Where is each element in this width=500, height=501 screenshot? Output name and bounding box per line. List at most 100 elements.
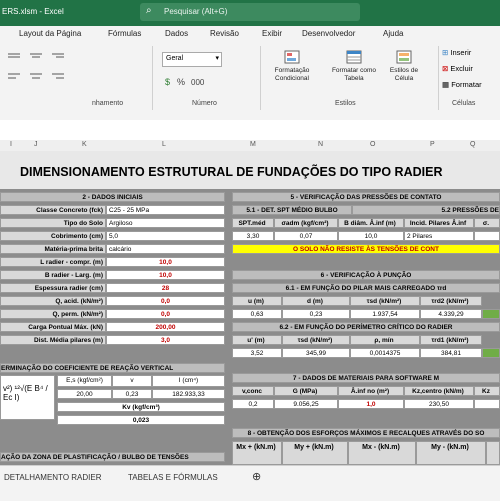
s3-col-v: v — [112, 375, 152, 387]
s6-val[interactable]: 3,52 — [232, 348, 282, 358]
tab-formulas[interactable]: Fórmulas — [108, 29, 141, 38]
group-alignment-label: nhamento — [92, 100, 124, 107]
input-value[interactable]: 3,0 — [106, 335, 225, 345]
insert-button[interactable]: ⊞ Inserir — [442, 48, 471, 57]
column-header[interactable]: N — [318, 141, 323, 148]
column-header[interactable]: O — [370, 141, 375, 148]
s3-val-v[interactable]: 0,23 — [112, 389, 152, 399]
input-value[interactable]: 0,0 — [106, 296, 225, 306]
s7-val[interactable]: 0,2 — [232, 399, 274, 409]
s3-col-i: I (cm⁴) — [152, 375, 225, 387]
input-value[interactable]: 200,00 — [106, 322, 225, 332]
s7-col: Kz — [474, 386, 500, 396]
tab-view[interactable]: Exibir — [262, 29, 282, 38]
svg-text:000: 000 — [191, 78, 205, 87]
tab-review[interactable]: Revisão — [210, 29, 239, 38]
s8-col: Mx + (kN.m) — [232, 441, 282, 465]
tab-tabelas-formulas[interactable]: TABELAS E FÓRMULAS — [128, 473, 218, 482]
s6-val[interactable]: 0,23 — [282, 309, 350, 319]
input-value[interactable]: 10,0 — [106, 257, 225, 267]
s5-val-empty — [474, 231, 500, 241]
s5-pillar-select[interactable]: 2 Pilares — [404, 231, 474, 241]
add-sheet-icon[interactable]: ⊕ — [252, 470, 261, 483]
input-value[interactable]: 10,0 — [106, 270, 225, 280]
s8-col: My - (kN.m) — [416, 441, 486, 465]
search-placeholder: Pesquisar (Alt+G) — [164, 7, 228, 16]
input-label: Matéria-prima brita — [0, 244, 106, 254]
column-header[interactable]: P — [430, 141, 435, 148]
cell-styles-button[interactable]: Estilos de Célula — [385, 50, 423, 83]
tab-page-layout[interactable]: Layout da Página — [19, 29, 81, 38]
input-value[interactable]: C25 - 25 MPa — [106, 205, 225, 215]
formula-bar[interactable] — [0, 120, 500, 141]
group-styles-label: Estilos — [335, 100, 356, 107]
column-header[interactable]: Q — [470, 141, 475, 148]
column-header[interactable]: K — [82, 141, 87, 148]
section3-header: ERMINAÇÃO DO COEFICIENTE DE REAÇÃO VERTI… — [0, 363, 225, 373]
s6-col: ρ, mín — [350, 335, 420, 345]
ok-indicator — [482, 309, 500, 319]
s6-val[interactable]: 345,99 — [282, 348, 350, 358]
s8-col: My + (kN.m) — [282, 441, 348, 465]
section5-sub1: 5.1 - DET. SPT MÉDIO BULBO — [232, 205, 352, 215]
format-button[interactable]: ▦ Formatar — [442, 80, 482, 89]
s6-val[interactable]: 4.339,29 — [420, 309, 482, 319]
s5-val[interactable]: 3,30 — [232, 231, 274, 241]
input-value[interactable]: 5,0 — [106, 231, 225, 241]
s8-col: Mx - (kN.m) — [348, 441, 416, 465]
input-value[interactable]: 0,0 — [106, 309, 225, 319]
s6-val[interactable]: 0,0014375 — [350, 348, 420, 358]
tab-detalhamento-radier[interactable]: DETALHAMENTO RADIER — [4, 473, 102, 482]
s5-val[interactable]: 0,07 — [274, 231, 338, 241]
tab-developer[interactable]: Desenvolvedor — [302, 29, 355, 38]
column-header[interactable]: L — [162, 141, 166, 148]
s7-col: Â.inf no (m²) — [338, 386, 404, 396]
search-box[interactable]: ⌕ Pesquisar (Alt+G) — [140, 3, 360, 21]
section6-sub1: 6.1 - EM FUNÇÃO DO PILAR MAIS CARREGADO … — [232, 283, 500, 293]
input-value[interactable]: calcário — [106, 244, 225, 254]
tab-help[interactable]: Ajuda — [383, 29, 403, 38]
s6-col: u (m) — [232, 296, 282, 306]
input-value[interactable]: Argiloso — [106, 218, 225, 228]
delete-button[interactable]: ⊠ Excluir — [442, 64, 473, 73]
input-label: Carga Pontual Máx. (kN) — [0, 322, 106, 332]
input-value[interactable]: 28 — [106, 283, 225, 293]
number-format-select[interactable]: Geral ▾ — [162, 52, 222, 67]
s5-val[interactable]: 10,0 — [338, 231, 404, 241]
input-label: Tipo do Solo — [0, 218, 106, 228]
kv-formula: v²) ¹²√(E B⁴ / Ec I) — [0, 375, 55, 420]
input-label: Q, perm. (kN/m²) — [0, 309, 106, 319]
section5-header: 5 - VERIFICAÇÃO DAS PRESSÕES DE CONTATO — [232, 192, 500, 202]
number-format-value: Geral — [166, 55, 184, 62]
s7-val[interactable]: 1,0 — [338, 399, 404, 409]
column-header[interactable]: I — [10, 141, 12, 148]
s7-val[interactable]: 9.056,25 — [274, 399, 338, 409]
s3-val-i[interactable]: 182.933,33 — [152, 389, 225, 399]
column-header[interactable]: J — [34, 141, 38, 148]
column-header[interactable]: M — [250, 141, 256, 148]
s6-val[interactable]: 1.937,54 — [350, 309, 420, 319]
kv-value[interactable]: 0,023 — [57, 415, 225, 425]
s3-val-es[interactable]: 20,00 — [57, 389, 112, 399]
s6-col: u' (m) — [232, 335, 282, 345]
s3-col-es: E,s (kgf/cm²) — [57, 375, 112, 387]
s6-col: τrd2 (kN/m²) — [420, 296, 482, 306]
delete-label: Excluir — [450, 64, 473, 73]
s6-col: τrd1 (kN/m²) — [420, 335, 482, 345]
insert-label: Inserir — [450, 48, 472, 57]
s7-val-empty — [474, 399, 500, 409]
format-as-table-button[interactable]: Formatar como Tabela — [325, 50, 383, 83]
sheet-tabs-bar: DETALHAMENTO RADIER TABELAS E FÓRMULAS ⊕ — [0, 465, 500, 501]
conditional-format-button[interactable]: Formatação Condicional — [268, 50, 316, 83]
s7-col: v,conc — [232, 386, 274, 396]
group-number-label: Número — [192, 100, 217, 107]
ok-indicator — [482, 348, 500, 358]
alignment-icons[interactable] — [4, 50, 84, 90]
s6-val[interactable]: 384,81 — [420, 348, 482, 358]
input-label: L radier - compr. (m) — [0, 257, 106, 267]
s7-val[interactable]: 230,50 — [404, 399, 474, 409]
number-format-buttons[interactable]: $ % 000 — [165, 75, 225, 89]
s6-val[interactable]: 0,63 — [232, 309, 282, 319]
tab-data[interactable]: Dados — [165, 29, 188, 38]
s5-col: σadm (kgf/cm²) — [274, 218, 338, 228]
